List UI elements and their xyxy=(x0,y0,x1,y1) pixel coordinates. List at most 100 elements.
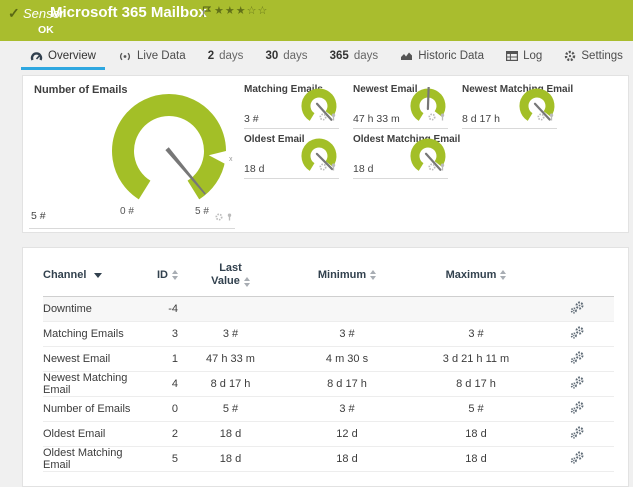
gear-icon[interactable] xyxy=(428,108,436,126)
column-header-channel[interactable]: Channel xyxy=(43,254,148,297)
priority-stars[interactable]: ★★★☆☆ xyxy=(214,4,268,17)
gear-icon xyxy=(564,50,576,62)
column-label: Last xyxy=(219,262,242,274)
table-row[interactable]: Number of Emails 0 5 # 3 # 5 # xyxy=(43,396,614,422)
channel-settings-icon xyxy=(570,326,584,339)
tab-log[interactable]: Log xyxy=(506,41,542,71)
cell-channel[interactable]: Oldest Email xyxy=(43,421,148,447)
cell-channel[interactable]: Downtime xyxy=(43,296,148,322)
sort-desc-icon xyxy=(94,272,103,278)
gauge-tile-newest-email[interactable]: Newest Email 47 h 33 m xyxy=(353,84,448,129)
cell-id: 1 xyxy=(148,346,178,372)
gauge-tile-oldest-matching-email[interactable]: Oldest Matching Email 18 d xyxy=(353,134,460,179)
gauge-tile-oldest-email[interactable]: Oldest Email 18 d xyxy=(244,134,339,179)
gear-icon[interactable] xyxy=(428,158,436,176)
pin-icon[interactable] xyxy=(330,108,337,126)
cell-last-value: 3 # xyxy=(178,321,283,347)
channel-settings-icon xyxy=(570,301,584,314)
cell-maximum: 18 d xyxy=(411,421,541,447)
live-signal-icon xyxy=(118,51,132,62)
channel-settings-icon xyxy=(570,376,584,389)
flag-icon[interactable] xyxy=(202,4,212,22)
pin-icon[interactable] xyxy=(439,158,446,176)
tab-overview[interactable]: Overview xyxy=(21,41,105,71)
cell-edit[interactable] xyxy=(541,321,614,347)
tab-label: Log xyxy=(523,50,543,62)
tile-value: 18 d xyxy=(353,163,374,175)
cell-channel[interactable]: Number of Emails xyxy=(43,396,148,422)
gauge-max-label: 5 # xyxy=(195,206,209,217)
column-header-minimum[interactable]: Minimum xyxy=(283,254,411,297)
table-row[interactable]: Oldest Matching Email 5 18 d 18 d 18 d xyxy=(43,446,614,472)
sort-icon xyxy=(500,270,507,280)
cell-channel[interactable]: Matching Emails xyxy=(43,321,148,347)
tab-live-data[interactable]: Live Data xyxy=(118,41,186,71)
main-gauge-block[interactable]: Number of Emails x 0 # 5 # 5 # xyxy=(29,80,235,229)
cell-edit[interactable] xyxy=(541,371,614,397)
pin-icon[interactable] xyxy=(439,108,446,126)
column-header-id[interactable]: ID xyxy=(148,254,178,297)
cell-maximum: 8 d 17 h xyxy=(411,371,541,397)
tab-365-days[interactable]: 365 days xyxy=(330,41,378,71)
gauge-marker-label: x xyxy=(229,156,233,163)
channel-table-panel: Channel ID Last Value Minimum Maximum Do… xyxy=(22,247,629,487)
sort-icon xyxy=(370,270,377,280)
area-chart-icon xyxy=(400,51,413,61)
cell-edit[interactable] xyxy=(541,346,614,372)
column-label: Value xyxy=(211,275,240,287)
channel-settings-icon xyxy=(570,351,584,364)
column-header-maximum[interactable]: Maximum xyxy=(411,254,541,297)
table-row[interactable]: Newest Matching Email 4 8 d 17 h 8 d 17 … xyxy=(43,371,614,397)
tab-settings[interactable]: Settings xyxy=(564,41,623,71)
cell-edit[interactable] xyxy=(541,296,614,322)
cell-edit[interactable] xyxy=(541,421,614,447)
cell-channel[interactable]: Newest Matching Email xyxy=(43,371,148,397)
gear-icon[interactable] xyxy=(537,108,545,126)
table-row[interactable]: Oldest Email 2 18 d 12 d 18 d xyxy=(43,421,614,447)
channel-table: Channel ID Last Value Minimum Maximum Do… xyxy=(43,254,614,472)
gear-icon[interactable] xyxy=(215,208,223,226)
table-row[interactable]: Newest Email 1 47 h 33 m 4 m 30 s 3 d 21… xyxy=(43,346,614,372)
cell-last-value: 18 d xyxy=(178,421,283,447)
pin-icon[interactable] xyxy=(330,158,337,176)
cell-channel[interactable]: Newest Email xyxy=(43,346,148,372)
gauge-icon xyxy=(30,51,43,62)
tab-2-days[interactable]: 2 days xyxy=(208,41,244,71)
channel-settings-icon xyxy=(570,401,584,414)
status-check-icon: ✓ xyxy=(8,5,20,21)
tile-value: 8 d 17 h xyxy=(462,113,500,125)
tile-value: 3 # xyxy=(244,113,259,125)
tab-historic-data[interactable]: Historic Data xyxy=(400,41,484,71)
pin-icon[interactable] xyxy=(226,208,233,226)
table-row[interactable]: Matching Emails 3 3 # 3 # 3 # xyxy=(43,321,614,347)
column-header-last-value[interactable]: Last Value xyxy=(178,254,283,297)
cell-minimum: 12 d xyxy=(283,421,411,447)
gauge-tile-newest-matching-email[interactable]: Newest Matching Email 8 d 17 h xyxy=(462,84,573,129)
cell-channel[interactable]: Oldest Matching Email xyxy=(43,446,148,472)
cell-id: 5 xyxy=(148,446,178,472)
pin-icon[interactable] xyxy=(548,108,555,126)
column-label: Minimum xyxy=(317,269,367,281)
tab-label: Settings xyxy=(581,50,623,62)
gear-icon[interactable] xyxy=(319,108,327,126)
cell-last-value: 8 d 17 h xyxy=(178,371,283,397)
tab-30-days[interactable]: 30 days xyxy=(265,41,307,71)
cell-maximum: 5 # xyxy=(411,396,541,422)
cell-id: -4 xyxy=(148,296,178,322)
cell-last-value: 5 # xyxy=(178,396,283,422)
tab-label: days xyxy=(353,50,379,62)
status-badge: OK xyxy=(38,24,54,36)
cell-id: 3 xyxy=(148,321,178,347)
tab-bar: Overview Live Data 2 days 30 days 365 da… xyxy=(0,41,633,71)
cell-minimum: 4 m 30 s xyxy=(283,346,411,372)
channel-settings-icon xyxy=(570,426,584,439)
gauge-tile-matching-emails[interactable]: Matching Emails 3 # xyxy=(244,84,339,129)
cell-edit[interactable] xyxy=(541,396,614,422)
sort-icon xyxy=(172,270,178,280)
cell-maximum: 18 d xyxy=(411,446,541,472)
cell-minimum: 8 d 17 h xyxy=(283,371,411,397)
gear-icon[interactable] xyxy=(319,158,327,176)
channel-settings-icon xyxy=(570,451,584,464)
table-row[interactable]: Downtime -4 xyxy=(43,296,614,322)
cell-edit[interactable] xyxy=(541,446,614,472)
